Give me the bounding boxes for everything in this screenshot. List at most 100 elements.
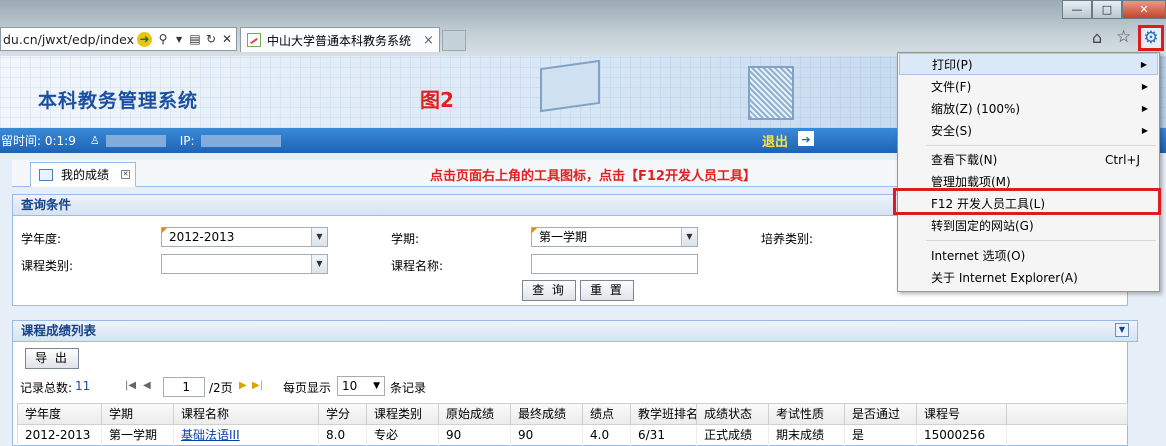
col-header[interactable]: 教学班排名	[631, 404, 697, 424]
grid-icon	[39, 168, 53, 181]
last-page-icon[interactable]: ▶|	[252, 380, 263, 391]
col-header[interactable]: 课程类别	[367, 404, 439, 424]
cell-final-score: 90	[511, 425, 583, 446]
col-header[interactable]: 考试性质	[769, 404, 845, 424]
cell-credit: 8.0	[319, 425, 367, 446]
query-button[interactable]: 查 询	[522, 280, 576, 301]
logout-link[interactable]: 退出	[762, 131, 788, 150]
tab-close-icon[interactable]: ×	[423, 33, 434, 48]
chevron-down-icon[interactable]: ▼	[681, 228, 697, 246]
page-favicon-icon	[247, 33, 261, 47]
menu-separator	[926, 240, 1156, 241]
cell-exam-type: 期末成绩	[769, 425, 845, 446]
chevron-down-icon[interactable]: ▼	[311, 228, 327, 246]
logout-arrow-icon[interactable]: ➔	[798, 131, 814, 146]
tab-my-grades[interactable]: 我的成绩 ✕	[30, 162, 136, 187]
col-header[interactable]: 学分	[319, 404, 367, 424]
cell-year: 2012-2013	[18, 425, 102, 446]
col-header[interactable]: 课程名称	[174, 404, 319, 424]
col-header[interactable]: 最终成绩	[511, 404, 583, 424]
instruction-annotation: 点击页面右上角的工具图标，点击【F12开发人员工具】	[430, 169, 756, 184]
menu-item-label: 安全(S)	[931, 124, 972, 138]
new-tab-button[interactable]	[442, 30, 466, 51]
chevron-down-icon[interactable]: ▼	[311, 255, 327, 273]
grid-panel-title: 课程成绩列表	[12, 320, 1138, 342]
refresh-icon[interactable]: ↻	[203, 32, 219, 46]
menu-item-about-ie[interactable]: 关于 Internet Explorer(A)	[899, 267, 1158, 289]
first-page-icon[interactable]: |◀	[125, 380, 136, 391]
col-header[interactable]: 课程号	[917, 404, 1007, 424]
col-header[interactable]: 是否通过	[845, 404, 917, 424]
compat-icon[interactable]: ▤	[187, 32, 203, 46]
cell-raw-score: 90	[439, 425, 511, 446]
menu-item-label: Internet 选项(O)	[931, 249, 1026, 263]
course-type-label: 课程类别:	[21, 259, 74, 273]
records-label: 条记录	[390, 381, 427, 395]
gear-icon[interactable]: ⚙	[1138, 25, 1164, 51]
page-input[interactable]: 1	[163, 377, 205, 397]
browser-tab[interactable]: 中山大学普通本科教务系统 ×	[240, 27, 440, 52]
banner-monitor-graphic	[540, 59, 600, 113]
menu-item-file[interactable]: 文件(F) ▶	[899, 76, 1158, 98]
course-name-link[interactable]: 基础法语III	[181, 428, 240, 442]
cell-course-code: 15000256	[917, 425, 1007, 446]
figure-annotation: 图2	[420, 88, 454, 112]
per-page-select[interactable]: 10 ▼	[337, 376, 385, 396]
chevron-down-icon[interactable]: ▼	[373, 377, 380, 395]
cell-course-type: 专必	[367, 425, 439, 446]
year-value: 2012-2013	[169, 230, 235, 244]
year-select[interactable]: 2012-2013 ▼	[161, 227, 328, 247]
col-header[interactable]: 绩点	[583, 404, 631, 424]
back-green-icon[interactable]: ➜	[137, 31, 153, 47]
col-header[interactable]: 学期	[102, 404, 174, 424]
tab-title: 中山大学普通本科教务系统	[267, 33, 412, 48]
export-button[interactable]: 导 出	[25, 348, 79, 369]
cell-term: 第一学期	[102, 425, 174, 446]
submenu-arrow-icon: ▶	[1141, 104, 1148, 113]
search-icon[interactable]: ⚲	[155, 32, 171, 46]
cell-passed: 是	[845, 425, 917, 446]
tab-label: 我的成绩	[61, 168, 110, 182]
star-icon[interactable]: ☆	[1116, 27, 1131, 47]
course-type-select[interactable]: ▼	[161, 254, 328, 274]
maximize-button[interactable]: □	[1092, 0, 1122, 19]
close-window-button[interactable]: ✕	[1122, 0, 1166, 19]
train-type-label: 培养类别:	[761, 232, 814, 246]
menu-item-label: 管理加载项(M)	[931, 175, 1011, 189]
menu-item-label: 文件(F)	[931, 80, 972, 94]
menu-item-zoom[interactable]: 缩放(Z) (100%) ▶	[899, 98, 1158, 120]
table-row[interactable]: 2012-2013 第一学期 基础法语III 8.0 专必 90 90 4.0 …	[17, 425, 1128, 446]
menu-item-downloads[interactable]: 查看下载(N) Ctrl+J	[899, 149, 1158, 171]
dropdown-icon[interactable]: ▼	[171, 35, 187, 44]
minimize-button[interactable]: —	[1062, 0, 1092, 19]
menu-item-safety[interactable]: 安全(S) ▶	[899, 120, 1158, 142]
per-page-value: 10	[342, 379, 358, 393]
menu-item-label: 关于 Internet Explorer(A)	[931, 271, 1078, 285]
per-page-label: 每页显示	[283, 381, 332, 395]
redacted-ip	[200, 134, 281, 147]
stay-time-label: 留时间: 0:1:9	[1, 134, 76, 148]
course-name-input[interactable]	[531, 254, 698, 274]
next-page-icon[interactable]: ▶	[239, 380, 247, 391]
stop-icon[interactable]: ✕	[219, 32, 235, 46]
col-header[interactable]: 原始成绩	[439, 404, 511, 424]
prev-page-icon[interactable]: ◀	[143, 380, 151, 391]
submenu-arrow-icon: ▶	[1141, 82, 1148, 91]
address-bar[interactable]: du.cn/jwxt/edp/index ➜ ⚲ ▼ ▤ ↻ ✕	[0, 27, 237, 51]
col-header[interactable]: 学年度	[18, 404, 102, 424]
menu-item-print[interactable]: 打印(P) ▶	[899, 53, 1158, 75]
tab-close-icon[interactable]: ✕	[121, 170, 131, 179]
reset-button[interactable]: 重 置	[580, 280, 634, 301]
cell-course-name[interactable]: 基础法语III	[174, 425, 319, 446]
collapse-icon[interactable]: ▼	[1115, 323, 1129, 337]
col-header[interactable]: 成绩状态	[697, 404, 769, 424]
term-select[interactable]: 第一学期 ▼	[531, 227, 698, 247]
cell-status: 正式成绩	[697, 425, 769, 446]
term-value: 第一学期	[539, 230, 588, 244]
home-icon[interactable]: ⌂	[1092, 28, 1102, 47]
banner-monitor-graphic	[748, 66, 794, 120]
menu-item-internet-options[interactable]: Internet 选项(O)	[899, 245, 1158, 267]
term-label: 学期:	[391, 232, 420, 246]
menu-item-pinned-sites[interactable]: 转到固定的网站(G)	[899, 215, 1158, 237]
address-url[interactable]: du.cn/jwxt/edp/index	[1, 32, 134, 47]
